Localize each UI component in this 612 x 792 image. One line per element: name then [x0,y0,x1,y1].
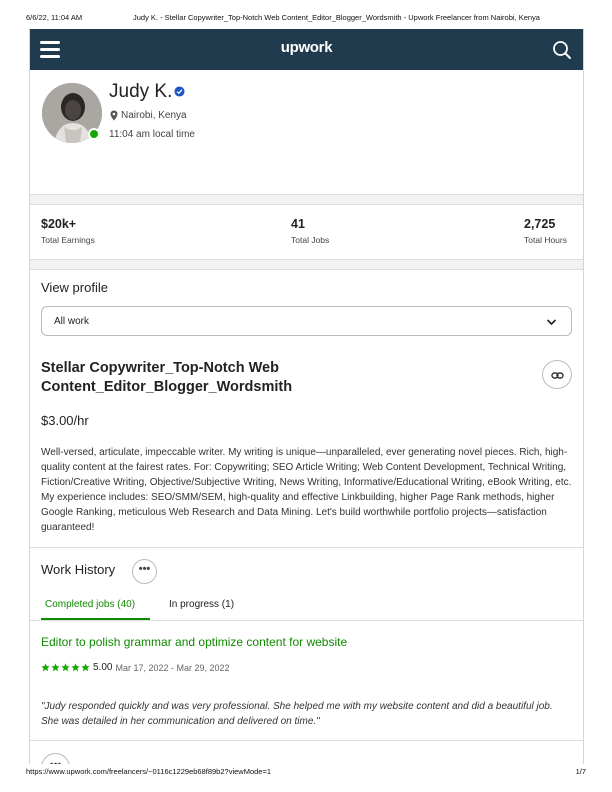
bottom-action-bar: ••• [30,740,583,764]
location-pin-icon [110,110,118,121]
stat-total-jobs: 41 Total Jobs [291,217,329,245]
chevron-down-icon [546,319,557,326]
star-icon [51,663,60,672]
tab-in-progress[interactable]: In progress (1) [169,599,234,610]
job-dates: Mar 17, 2022 - Mar 29, 2022 [115,662,230,673]
upwork-logo[interactable]: upwork [30,39,583,56]
copy-link-button[interactable] [542,360,572,389]
print-page-title: Judy K. - Stellar Copywriter_Top-Notch W… [133,13,540,22]
local-time: 11:04 am local time [109,129,195,140]
location: Nairobi, Kenya [110,110,187,121]
star-icon [71,663,80,672]
freelancer-name: Judy K. [109,81,173,102]
work-category-selected-value: All work [54,316,90,327]
section-gap [30,260,583,269]
star-rating [41,663,90,672]
verified-badge-icon [174,86,185,97]
divider [30,620,583,621]
work-category-select[interactable]: All work [41,306,572,336]
upwork-profile-page: upwork Judy K. Nairobi, Kenya 11:04 am l… [29,29,584,764]
print-url: https://www.upwork.com/freelancers/~0116… [26,767,272,776]
location-text: Nairobi, Kenya [121,110,187,121]
print-date: 6/6/22, 11:04 AM [26,13,83,22]
section-gap [30,195,583,204]
profile-headline: Stellar Copywriter_Top-Notch Web Content… [41,360,293,395]
star-icon [61,663,70,672]
link-icon [551,372,564,379]
stats-card: $20k+ Total Earnings 41 Total Jobs 2,725… [30,204,583,260]
stat-value: 2,725 [524,217,556,231]
more-options-button[interactable]: ••• [41,753,70,764]
star-icon [81,663,90,672]
profile-main-card: View profile All work Stellar Copywriter… [30,269,583,764]
stat-label: Total Earnings [41,235,95,245]
stat-total-hours: 2,725 Total Hours [524,217,567,245]
profile-header-card: Judy K. Nairobi, Kenya 11:04 am local ti… [30,70,583,195]
search-icon[interactable] [552,40,572,60]
print-page-number: 1/7 [575,767,586,776]
stat-label: Total Jobs [291,235,330,245]
job-rating-score: 5.00 [93,662,113,673]
star-icon [41,663,50,672]
hourly-rate: $3.00/hr [41,413,89,428]
work-history-heading: Work History [41,562,116,577]
stat-total-earnings: $20k+ Total Earnings [41,217,95,245]
print-header: 6/6/22, 11:04 AM Judy K. - Stellar Copyw… [26,13,586,25]
stat-value: $20k+ [41,217,77,231]
top-navigation-bar: upwork [30,29,583,70]
divider [30,547,583,548]
client-feedback: "Judy responded quickly and was very pro… [41,701,553,727]
stat-value: 41 [291,217,305,231]
view-profile-heading: View profile [41,280,108,295]
tab-completed-jobs[interactable]: Completed jobs (40) [45,599,135,610]
work-history-more-button[interactable]: ••• [132,559,157,584]
job-title-link[interactable]: Editor to polish grammar and optimize co… [41,635,347,649]
stat-label: Total Hours [524,235,567,245]
online-status-indicator [88,128,100,140]
job-rating-row: 5.00 Mar 17, 2022 - Mar 29, 2022 [41,662,230,673]
profile-overview: Well-versed, articulate, impeccable writ… [41,447,572,533]
